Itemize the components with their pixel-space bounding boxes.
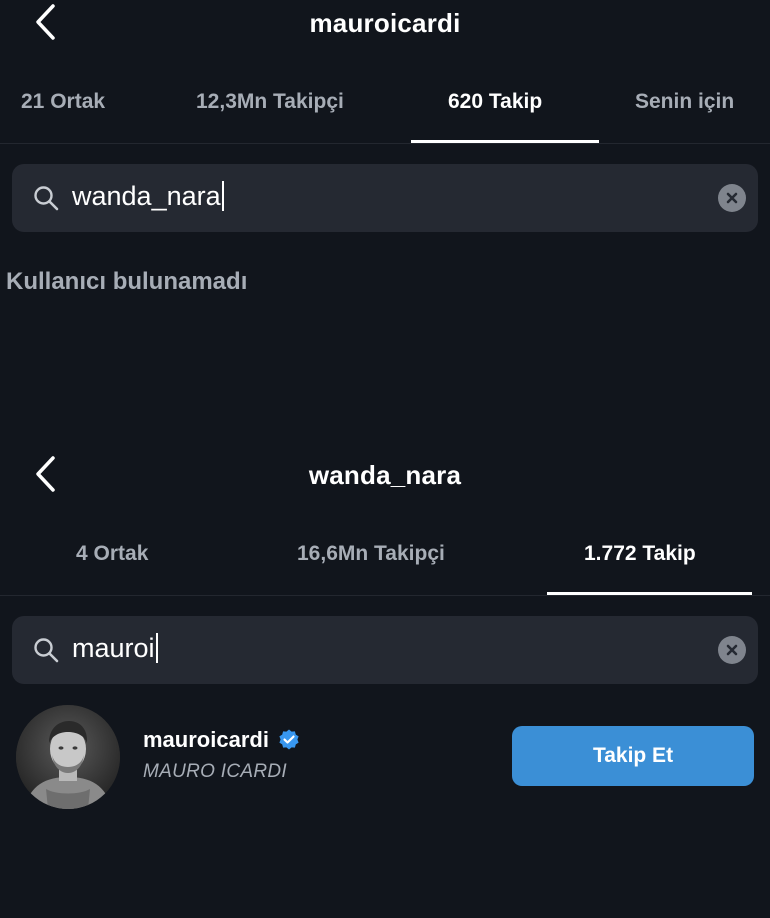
search-query-text: wanda_nara [72, 181, 221, 211]
search-bar[interactable]: wanda_nara [12, 164, 758, 232]
username-row: mauroicardi [143, 727, 301, 753]
profile-photo [16, 705, 120, 809]
tab-mutual[interactable]: 21 Ortak [21, 90, 105, 114]
avatar[interactable] [16, 705, 120, 809]
search-icon [34, 186, 59, 211]
text-caret [155, 633, 158, 663]
no-user-found-message: Kullanıcı bulunamadı [6, 268, 248, 295]
tab-followers[interactable]: 12,3Mn Takipçi [196, 90, 344, 114]
clear-icon [726, 192, 738, 204]
clear-search-button[interactable] [718, 184, 746, 212]
tab-following[interactable]: 1.772 Takip [584, 542, 696, 566]
search-input[interactable]: wanda_nara [72, 181, 224, 212]
page-title: mauroicardi [309, 8, 461, 38]
tab-bar: 21 Ortak 12,3Mn Takipçi 620 Takip Senin … [0, 90, 770, 150]
user-result-row[interactable]: mauroicardi MAURO ICARDI Takip Et [0, 705, 770, 809]
result-full-name: MAURO ICARDI [143, 761, 287, 782]
tab-for-you[interactable]: Senin için [635, 90, 734, 114]
text-caret [221, 181, 224, 211]
page-title: wanda_nara [308, 460, 462, 490]
verified-badge-icon [279, 729, 299, 750]
header: mauroicardi [0, 0, 770, 50]
tab-mutual[interactable]: 4 Ortak [76, 542, 148, 566]
tab-divider [0, 595, 770, 596]
search-query-text: mauroi [72, 633, 155, 663]
following-list-mauroicardi: mauroicardi 21 Ortak 12,3Mn Takipçi 620 … [0, 0, 770, 440]
search-bar[interactable]: mauroi [12, 616, 758, 684]
tab-followers[interactable]: 16,6Mn Takipçi [297, 542, 445, 566]
header: wanda_nara [0, 450, 770, 500]
result-username[interactable]: mauroicardi [143, 727, 269, 753]
search-input[interactable]: mauroi [72, 633, 158, 664]
follow-button[interactable]: Takip Et [512, 726, 754, 786]
clear-search-button[interactable] [718, 636, 746, 664]
tab-divider [0, 143, 770, 144]
clear-icon [726, 644, 738, 656]
following-list-wanda-nara: wanda_nara 4 Ortak 16,6Mn Takipçi 1.772 … [0, 440, 770, 918]
search-icon [34, 638, 59, 663]
tab-following[interactable]: 620 Takip [448, 90, 542, 114]
